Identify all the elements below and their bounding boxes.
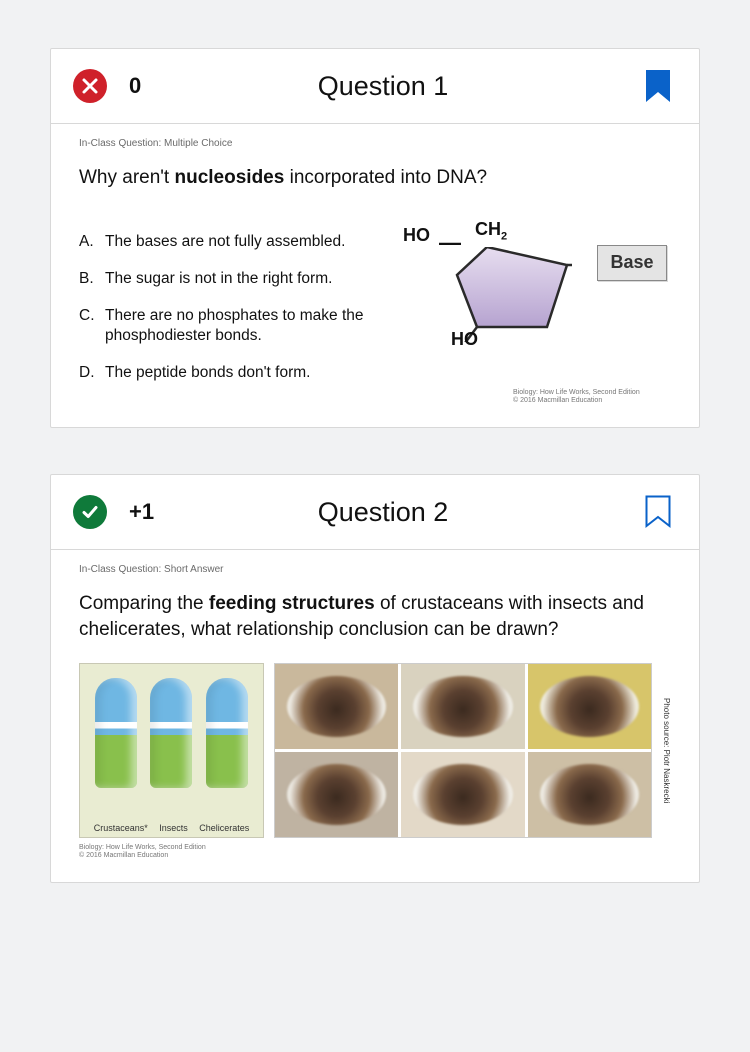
bookmark-button[interactable] [645, 495, 671, 529]
bullet-label: Insects [159, 823, 188, 833]
bullet-crustaceans-icon [95, 678, 137, 788]
credit-line-1: Biology: How Life Works, Second Edition [79, 844, 671, 852]
bullet-insects-icon [150, 678, 192, 788]
prompt-bold: feeding structures [209, 593, 375, 614]
nucleoside-diagram: HO — CH2 [393, 211, 671, 406]
choice-text: The peptide bonds don't form. [105, 363, 310, 384]
answer-choices: A. The bases are not fully assembled. B.… [79, 232, 369, 385]
choice-letter: D. [79, 363, 105, 384]
image-credit: Biology: How Life Works, Second Edition … [393, 389, 671, 406]
specimen-photo [528, 664, 651, 749]
image-credit: Biology: How Life Works, Second Edition … [79, 844, 671, 861]
choice-d[interactable]: D. The peptide bonds don't form. [79, 363, 369, 384]
bullet-chelicerates-icon [206, 678, 248, 788]
phylogeny-panel: Crustaceans* Insects Chelicerates [79, 663, 264, 838]
specimen-photo [275, 752, 398, 837]
credit-line-2: © 2016 Macmillan Education [79, 852, 671, 860]
choice-letter: C. [79, 306, 105, 348]
credit-line-2: © 2016 Macmillan Education [513, 397, 671, 405]
label-ho-bottom: HO [451, 329, 478, 350]
bullet-label: Chelicerates [199, 823, 249, 833]
question-title: Question 2 [121, 497, 645, 528]
card-header: 0 Question 1 [51, 49, 699, 124]
label-base: Base [597, 245, 667, 281]
choice-text: The sugar is not in the right form. [105, 269, 332, 290]
question-card-1: 0 Question 1 In-Class Question: Multiple… [50, 48, 700, 428]
bookmark-button[interactable] [645, 69, 671, 103]
card-body: In-Class Question: Short Answer Comparin… [51, 550, 699, 882]
choice-letter: B. [79, 269, 105, 290]
card-header: +1 Question 2 [51, 475, 699, 550]
question-type-label: In-Class Question: Multiple Choice [79, 138, 671, 149]
specimen-photo [401, 752, 524, 837]
status-wrong-icon [73, 69, 107, 103]
question-prompt: Comparing the feeding structures of crus… [79, 591, 671, 642]
prompt-pre: Why aren't [79, 167, 175, 188]
question-title: Question 1 [121, 71, 645, 102]
prompt-pre: Comparing the [79, 593, 209, 614]
question-prompt: Why aren't nucleosides incorporated into… [79, 165, 671, 191]
choice-text: The bases are not fully assembled. [105, 232, 345, 253]
choice-c[interactable]: C. There are no phosphates to make the p… [79, 306, 369, 348]
specimen-photo [528, 752, 651, 837]
specimen-photo [275, 664, 398, 749]
label-ch2-sub: 2 [501, 230, 507, 242]
question-card-2: +1 Question 2 In-Class Question: Short A… [50, 474, 700, 883]
figure-strip: Crustaceans* Insects Chelicerates Photo … [79, 663, 671, 838]
question-type-label: In-Class Question: Short Answer [79, 564, 671, 575]
photo-grid [274, 663, 652, 838]
label-ch2: CH2 [475, 219, 507, 243]
choice-a[interactable]: A. The bases are not fully assembled. [79, 232, 369, 253]
choice-letter: A. [79, 232, 105, 253]
choice-b[interactable]: B. The sugar is not in the right form. [79, 269, 369, 290]
photo-source-credit: Photo source: Piotr Naskrecki [662, 663, 671, 838]
prompt-post: incorporated into DNA? [284, 167, 487, 188]
prompt-bold: nucleosides [175, 167, 285, 188]
card-body: In-Class Question: Multiple Choice Why a… [51, 124, 699, 427]
label-ho-top: HO [403, 225, 430, 246]
bullet-label: Crustaceans* [94, 823, 148, 833]
pentagon-ring-icon [452, 247, 572, 342]
label-ch2-text: CH [475, 219, 501, 239]
credit-line-1: Biology: How Life Works, Second Edition [513, 389, 671, 397]
specimen-photo [401, 664, 524, 749]
choice-text: There are no phosphates to make the phos… [105, 306, 369, 348]
status-correct-icon [73, 495, 107, 529]
